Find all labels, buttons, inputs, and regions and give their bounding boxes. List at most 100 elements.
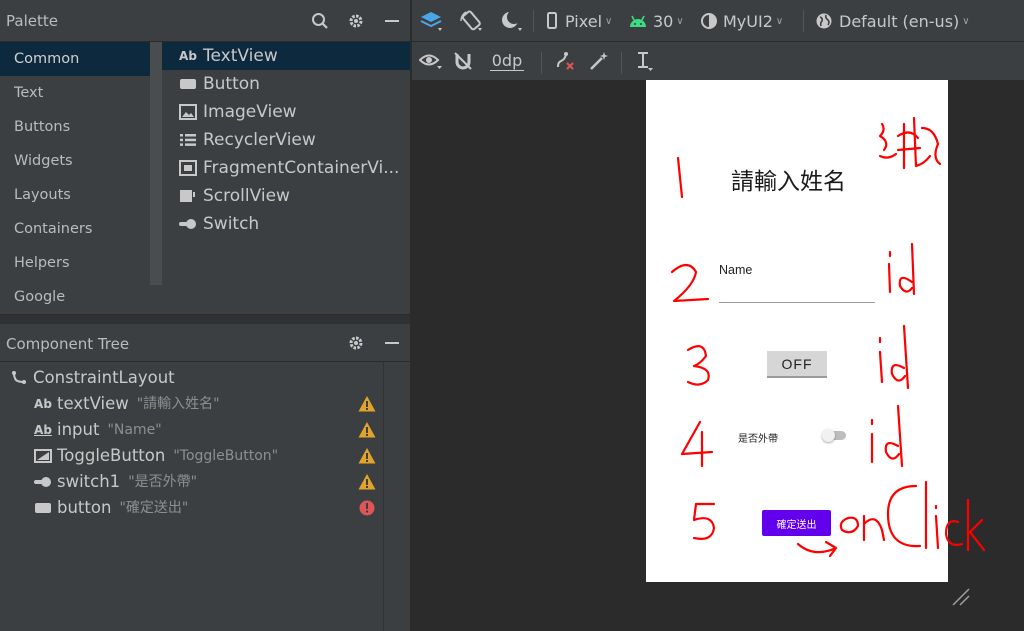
category-scrollbar[interactable] (150, 42, 162, 285)
preview-switch-thumb[interactable] (822, 429, 835, 442)
textview-icon: Ab (34, 397, 52, 411)
tree-node-button[interactable]: button "確定送出" (32, 495, 188, 521)
resize-handle-icon[interactable] (950, 586, 972, 608)
warning-icon[interactable] (358, 421, 376, 439)
category-containers[interactable]: Containers (0, 212, 150, 246)
warning-icon[interactable] (358, 473, 376, 491)
default-margin-button[interactable]: 0dp (482, 42, 532, 80)
infer-constraints-button[interactable] (586, 42, 612, 80)
api-dropdown[interactable]: 30 ∨ (628, 0, 684, 42)
preview-toggle-button[interactable]: OFF (767, 351, 827, 378)
tree-node-label: switch1 (57, 472, 121, 491)
palette-categories: Common Text Buttons Widgets Layouts Cont… (0, 42, 150, 314)
palette-item-switch[interactable]: Switch (162, 210, 410, 238)
palette-item-label: RecyclerView (203, 130, 316, 150)
preview-input-underline (719, 302, 875, 303)
component-tree-title: Component Tree (6, 335, 130, 353)
button-icon (178, 77, 198, 91)
orientation-button[interactable] (458, 0, 484, 42)
tree-node-text: "請輸入姓名" (136, 396, 220, 412)
scrollview-icon (178, 189, 198, 203)
palette-item-label: ImageView (203, 102, 297, 122)
night-mode-button[interactable] (498, 0, 524, 42)
switch-icon (32, 476, 54, 488)
error-icon[interactable] (358, 499, 376, 517)
preview-switch-label[interactable]: 是否外帶 (738, 430, 778, 445)
tree-scrollbar[interactable] (383, 362, 384, 631)
palette-item-label: FragmentContainerVi... (203, 158, 400, 178)
theme-dropdown[interactable]: MyUI2 ∨ (700, 0, 783, 42)
gear-icon[interactable] (345, 10, 367, 32)
tree-node-text: "Name" (107, 422, 162, 438)
palette-item-label: Button (203, 74, 260, 94)
switch-icon (178, 218, 198, 230)
palette-item-scrollview[interactable]: ScrollView (162, 182, 410, 210)
palette-item-label: Switch (203, 214, 260, 234)
gear-icon[interactable] (345, 332, 367, 354)
palette-item-imageview[interactable]: ImageView (162, 98, 410, 126)
warning-icon[interactable] (358, 395, 376, 413)
toolbar-separator (541, 52, 542, 74)
preview-title-textview[interactable]: 請輸入姓名 (731, 162, 846, 196)
palette-title: Palette (6, 12, 58, 30)
autoconnect-button[interactable] (450, 42, 476, 80)
palette-item-textview[interactable]: Ab TextView (162, 42, 410, 70)
tree-node-input[interactable]: Ab input "Name" (32, 417, 162, 443)
guidelines-button[interactable] (630, 42, 656, 80)
left-panel: Palette Common Text Buttons Widgets Layo… (0, 0, 410, 631)
night-mode-icon (502, 10, 522, 31)
palette-item-recyclerview[interactable]: RecyclerView (162, 126, 410, 154)
device-dropdown[interactable]: Pixel ∨ (545, 0, 612, 42)
design-surface-button[interactable] (418, 0, 444, 42)
locale-dropdown[interactable]: Default (en-us) ∨ (815, 0, 970, 42)
warning-icon[interactable] (358, 447, 376, 465)
button-icon (32, 501, 54, 515)
tree-node-togglebutton[interactable]: ToggleButton "ToggleButton" (32, 443, 278, 469)
clear-constraints-icon (557, 52, 574, 70)
tree-node-root[interactable]: ConstraintLayout (8, 365, 175, 391)
category-helpers[interactable]: Helpers (0, 246, 150, 280)
tree-node-text: "是否外帶" (128, 474, 198, 490)
category-common[interactable]: Common (0, 42, 150, 76)
minimize-icon[interactable] (381, 10, 403, 32)
chevron-down-icon: ∨ (775, 15, 784, 27)
category-buttons[interactable]: Buttons (0, 110, 150, 144)
align-icon (638, 52, 653, 71)
tree-node-label: textView (57, 394, 129, 413)
tree-node-switch1[interactable]: switch1 "是否外帶" (32, 469, 197, 495)
edittext-icon: Ab (34, 423, 52, 437)
tree-node-label: ConstraintLayout (33, 368, 175, 387)
palette-item-button[interactable]: Button (162, 70, 410, 98)
globe-icon (816, 13, 832, 29)
chevron-down-icon: ∨ (676, 15, 684, 27)
tree-node-label: ToggleButton (57, 446, 166, 465)
category-layouts[interactable]: Layouts (0, 178, 150, 212)
imageview-icon (178, 104, 198, 120)
minimize-icon[interactable] (381, 332, 403, 354)
theme-label: MyUI2 (723, 11, 773, 31)
preview-name-input[interactable]: Name (719, 263, 752, 277)
category-google[interactable]: Google (0, 280, 150, 314)
android-icon (630, 15, 646, 27)
palette-header: Palette (0, 0, 410, 42)
tree-node-textview[interactable]: Ab textView "請輸入姓名" (32, 391, 220, 417)
category-widgets[interactable]: Widgets (0, 144, 150, 178)
fragment-icon (178, 160, 198, 176)
component-tree-header: Component Tree (0, 324, 410, 362)
constraintlayout-icon (8, 370, 30, 386)
recyclerview-icon (178, 133, 198, 147)
chevron-down-icon: ∨ (605, 15, 613, 27)
clear-constraints-button[interactable] (552, 42, 578, 80)
view-options-button[interactable] (418, 42, 444, 80)
palette-item-fragmentcontainerview[interactable]: FragmentContainerVi... (162, 154, 410, 182)
panel-divider[interactable] (0, 314, 410, 324)
toolbar-separator (621, 52, 622, 74)
device-preview[interactable] (646, 80, 948, 582)
preview-submit-button[interactable]: 確定送出 (762, 510, 831, 536)
eye-icon (419, 54, 442, 69)
magnet-off-icon (454, 52, 472, 70)
phone-icon (547, 12, 557, 29)
category-text[interactable]: Text (0, 76, 150, 110)
toolbar-separator (803, 10, 804, 32)
search-icon[interactable] (309, 10, 331, 32)
